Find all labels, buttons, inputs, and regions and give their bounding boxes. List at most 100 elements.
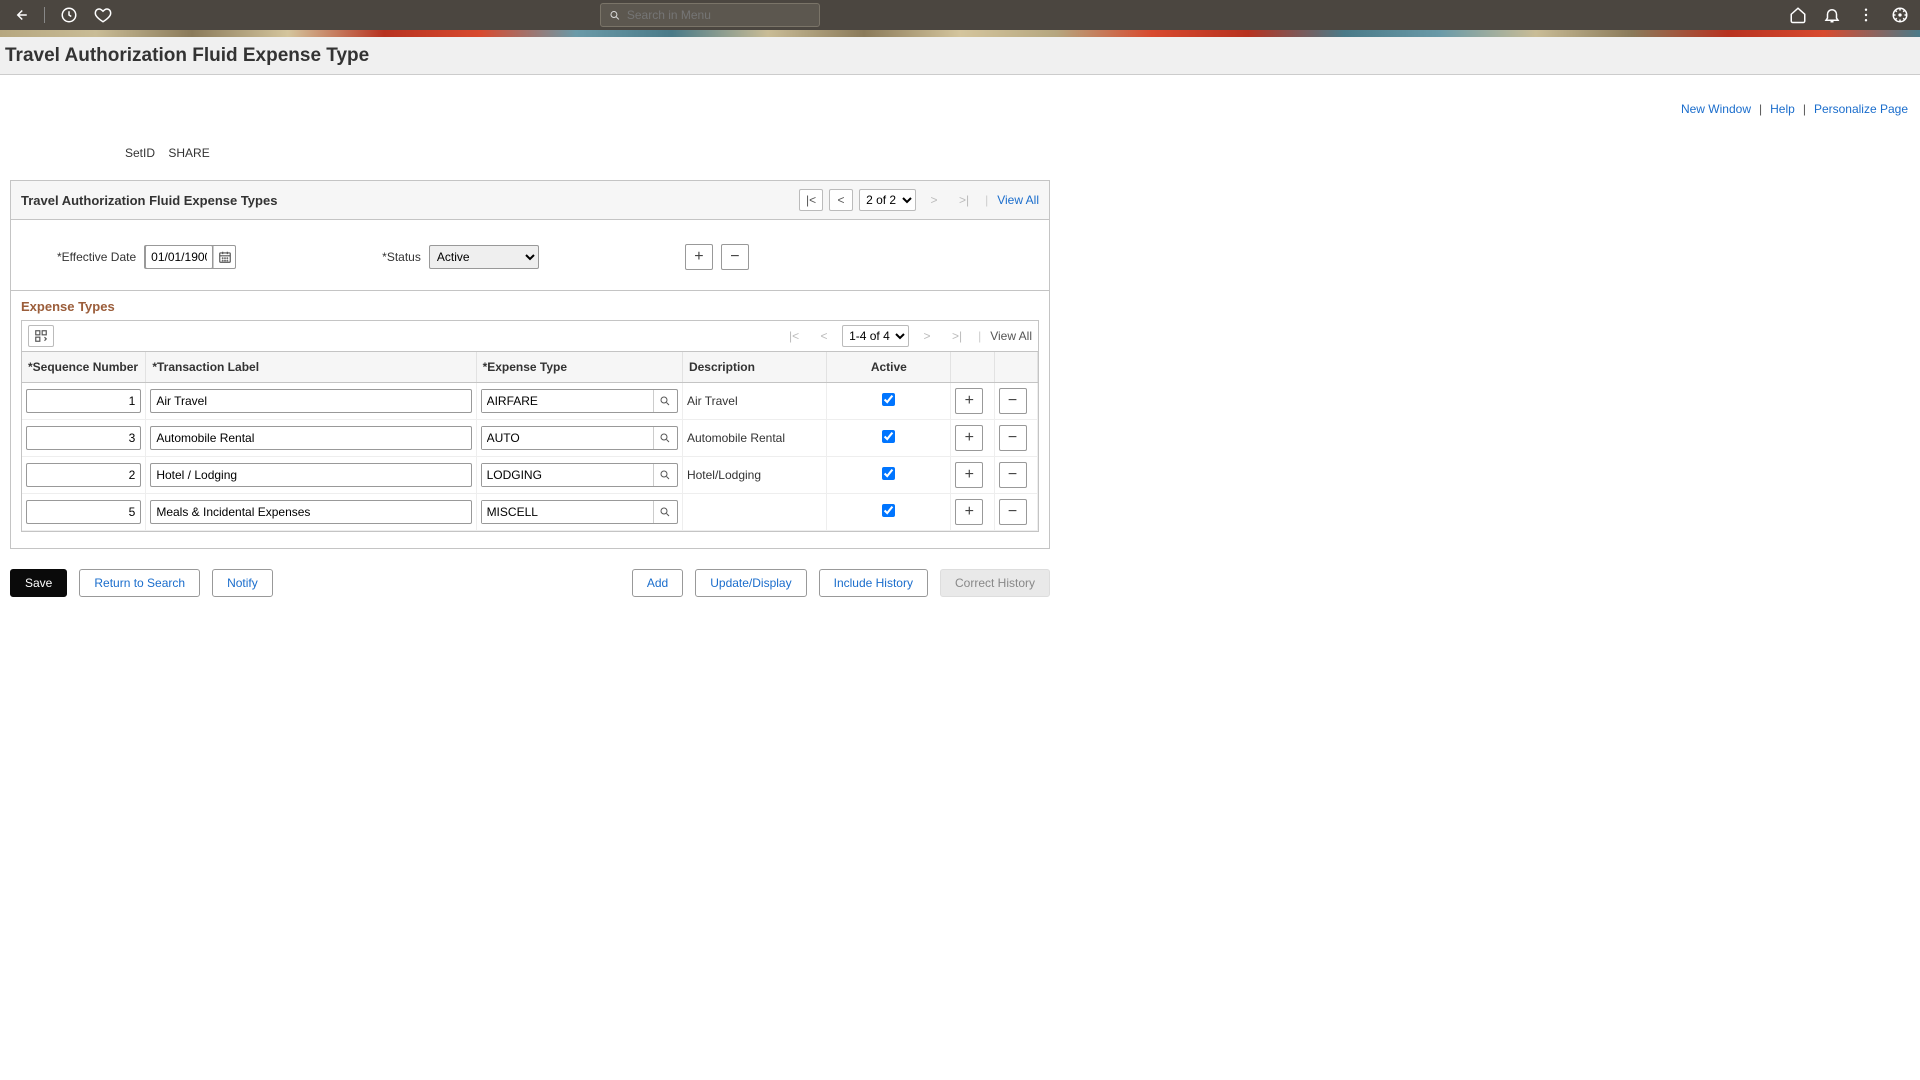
- group-box: Travel Authorization Fluid Expense Types…: [10, 180, 1050, 549]
- lookup-icon[interactable]: [653, 464, 677, 486]
- topbar: [0, 0, 1920, 30]
- personalize-link[interactable]: Personalize Page: [1814, 102, 1908, 116]
- navbar-icon[interactable]: [1890, 5, 1910, 25]
- effective-date-row: *Effective Date *Status Active + −: [11, 220, 1049, 291]
- seq-input[interactable]: [26, 463, 141, 487]
- col-label: *Transaction Label: [146, 352, 476, 383]
- help-link[interactable]: Help: [1770, 102, 1795, 116]
- page-links: New Window | Help | Personalize Page: [1681, 77, 1908, 116]
- favorite-icon[interactable]: [93, 5, 113, 25]
- status-select[interactable]: Active: [429, 245, 539, 269]
- active-checkbox[interactable]: [882, 467, 895, 480]
- col-type: *Expense Type: [476, 352, 682, 383]
- type-input[interactable]: [482, 501, 653, 523]
- type-lookup[interactable]: [481, 389, 678, 413]
- seq-input[interactable]: [26, 426, 141, 450]
- calendar-icon[interactable]: [213, 246, 235, 268]
- last-page-button[interactable]: >|: [952, 189, 976, 211]
- banner-strip: [0, 30, 1920, 37]
- grid-pager: |< < 1-4 of 4 > >| | View All: [782, 325, 1032, 347]
- actions-menu-icon[interactable]: [1856, 5, 1876, 25]
- return-to-search-button[interactable]: Return to Search: [79, 569, 200, 597]
- type-input[interactable]: [482, 390, 653, 412]
- active-checkbox[interactable]: [882, 504, 895, 517]
- grid-next-button[interactable]: >: [915, 325, 939, 347]
- include-history-button[interactable]: Include History: [819, 569, 928, 597]
- grid-toolbar: |< < 1-4 of 4 > >| | View All: [22, 321, 1038, 352]
- back-arrow-icon[interactable]: [10, 5, 30, 25]
- expense-types-grid: |< < 1-4 of 4 > >| | View All *S: [21, 320, 1039, 532]
- save-button[interactable]: Save: [10, 569, 67, 597]
- home-icon[interactable]: [1788, 5, 1808, 25]
- lookup-icon[interactable]: [653, 501, 677, 523]
- active-checkbox[interactable]: [882, 430, 895, 443]
- group-title: Travel Authorization Fluid Expense Types: [21, 193, 277, 208]
- grid-prev-button[interactable]: <: [812, 325, 836, 347]
- delete-row-button[interactable]: −: [999, 462, 1027, 488]
- grid-table: *Sequence Number *Transaction Label *Exp…: [22, 352, 1038, 531]
- grid-title: Expense Types: [11, 291, 1049, 320]
- grid-view-all-link[interactable]: View All: [990, 329, 1032, 343]
- lookup-icon[interactable]: [653, 390, 677, 412]
- desc-cell: Air Travel: [682, 383, 826, 420]
- table-row: +−: [22, 494, 1038, 531]
- delete-row-button[interactable]: −: [999, 425, 1027, 451]
- first-page-button[interactable]: |<: [799, 189, 823, 211]
- notifications-icon[interactable]: [1822, 5, 1842, 25]
- delete-row-button[interactable]: −: [999, 388, 1027, 414]
- next-page-button[interactable]: >: [922, 189, 946, 211]
- new-window-link[interactable]: New Window: [1681, 102, 1751, 116]
- col-desc: Description: [682, 352, 826, 383]
- add-row-button[interactable]: +: [955, 425, 983, 451]
- type-input[interactable]: [482, 464, 653, 486]
- group-header: Travel Authorization Fluid Expense Types…: [11, 181, 1049, 220]
- lookup-icon[interactable]: [653, 427, 677, 449]
- history-icon[interactable]: [59, 5, 79, 25]
- notify-button[interactable]: Notify: [212, 569, 273, 597]
- grid-range-select[interactable]: 1-4 of 4: [842, 325, 909, 347]
- menu-search[interactable]: [600, 3, 820, 27]
- add-button[interactable]: Add: [632, 569, 683, 597]
- label-input[interactable]: [150, 426, 471, 450]
- group-pager: |< < 2 of 2 > >| | View All: [799, 189, 1039, 211]
- bottom-bar: Save Return to Search Notify Add Update/…: [10, 567, 1050, 617]
- page-title: Travel Authorization Fluid Expense Type: [5, 45, 369, 67]
- col-active: Active: [827, 352, 951, 383]
- grid-first-button[interactable]: |<: [782, 325, 806, 347]
- delete-row-button[interactable]: −: [999, 499, 1027, 525]
- effective-date-field[interactable]: [144, 245, 236, 269]
- desc-cell: Automobile Rental: [682, 420, 826, 457]
- table-row: Automobile Rental +−: [22, 420, 1038, 457]
- type-lookup[interactable]: [481, 500, 678, 524]
- delete-row-button[interactable]: −: [721, 244, 749, 270]
- effective-date-label: *Effective Date: [57, 250, 136, 264]
- update-display-button[interactable]: Update/Display: [695, 569, 806, 597]
- label-input[interactable]: [150, 463, 471, 487]
- label-input[interactable]: [150, 500, 471, 524]
- prev-page-button[interactable]: <: [829, 189, 853, 211]
- setid-row: SetID SHARE: [10, 116, 1050, 180]
- view-all-link[interactable]: View All: [997, 193, 1039, 207]
- add-row-button[interactable]: +: [955, 462, 983, 488]
- type-input[interactable]: [482, 427, 653, 449]
- add-row-button[interactable]: +: [685, 244, 713, 270]
- label-input[interactable]: [150, 389, 471, 413]
- search-icon: [609, 9, 621, 22]
- add-row-button[interactable]: +: [955, 388, 983, 414]
- grid-settings-button[interactable]: [28, 325, 54, 347]
- setid-label: SetID: [125, 146, 155, 160]
- effective-date-input[interactable]: [145, 245, 213, 269]
- active-checkbox[interactable]: [882, 393, 895, 406]
- table-row: Hotel/Lodging+−: [22, 457, 1038, 494]
- add-row-button[interactable]: +: [955, 499, 983, 525]
- seq-input[interactable]: [26, 500, 141, 524]
- type-lookup[interactable]: [481, 463, 678, 487]
- type-lookup[interactable]: [481, 426, 678, 450]
- page-title-bar: Travel Authorization Fluid Expense Type: [0, 37, 1920, 75]
- page-range-select[interactable]: 2 of 2: [859, 189, 916, 211]
- seq-input[interactable]: [26, 389, 141, 413]
- status-label: *Status: [382, 250, 421, 264]
- correct-history-button: Correct History: [940, 569, 1050, 597]
- grid-last-button[interactable]: >|: [945, 325, 969, 347]
- menu-search-input[interactable]: [627, 8, 811, 22]
